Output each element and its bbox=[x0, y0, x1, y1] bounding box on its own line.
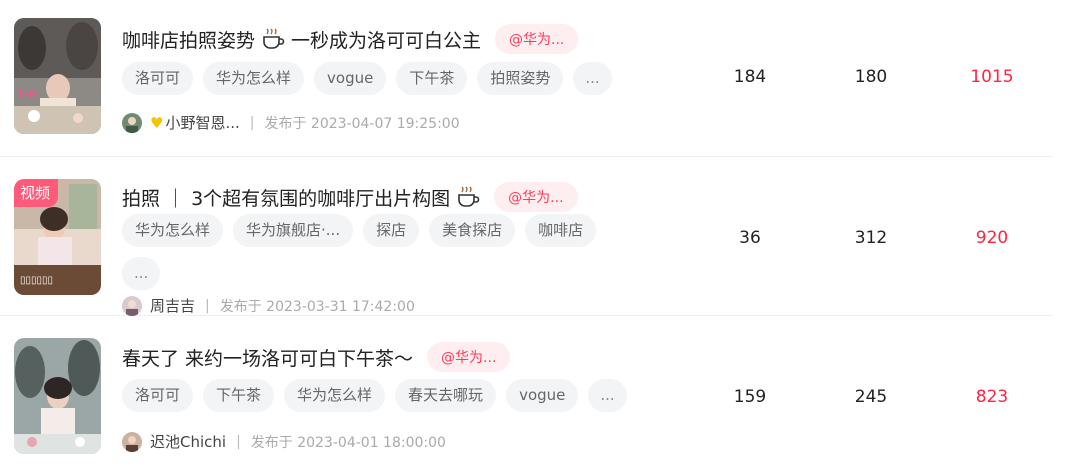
post-title[interactable]: 拍照 ｜ 3个超有氛围的咖啡厅出片构图 @华为... bbox=[122, 182, 578, 212]
avatar[interactable] bbox=[122, 295, 142, 316]
video-badge: 视频 bbox=[14, 179, 59, 207]
stat-value-3: 823 bbox=[975, 387, 1009, 407]
stat-value-1: 159 bbox=[733, 387, 767, 407]
post-list: THE 咖啡店拍照姿势 一秒成为洛可可白公主 @华为... 洛可可 华为怎么样 … bbox=[0, 0, 1080, 474]
avatar[interactable] bbox=[122, 431, 142, 452]
tag-chip[interactable]: vogue bbox=[506, 379, 579, 412]
tag-chip[interactable]: 拍照姿势 bbox=[477, 62, 564, 95]
svg-text:THE: THE bbox=[17, 89, 39, 101]
yellow-heart-icon: ♥ bbox=[150, 113, 164, 132]
stat-value-3: 920 bbox=[975, 228, 1009, 248]
author-name[interactable]: 迟池Chichi bbox=[150, 431, 226, 452]
tag-chip[interactable]: 华为怎么样 bbox=[122, 214, 224, 247]
brand-mention-pill[interactable]: @华为... bbox=[495, 24, 579, 54]
tag-chip[interactable]: 探店 bbox=[363, 214, 420, 247]
tag-chip[interactable]: 美食探店 bbox=[429, 214, 516, 247]
tag-chip[interactable]: 洛可可 bbox=[122, 379, 194, 412]
brand-mention-pill[interactable]: @华为... bbox=[494, 182, 578, 212]
post-meta: 迟池Chichi | 发布于 2023-04-01 18:00:00 bbox=[122, 431, 446, 452]
tag-list: 华为怎么样 华为旗舰店·... 探店 美食探店 咖啡店 ... bbox=[122, 214, 622, 290]
publish-time: 发布于 2023-04-07 19:25:00 bbox=[264, 115, 460, 132]
post-row[interactable]: THE 咖啡店拍照姿势 一秒成为洛可可白公主 @华为... 洛可可 华为怎么样 … bbox=[0, 0, 1052, 157]
more-tags-button[interactable]: ... bbox=[573, 62, 612, 95]
tag-chip[interactable]: 春天去哪玩 bbox=[395, 379, 497, 412]
tag-chip[interactable]: 下午茶 bbox=[396, 62, 468, 95]
stat-value-2: 180 bbox=[854, 67, 888, 87]
stat-value-3: 1015 bbox=[970, 67, 1014, 87]
tag-chip[interactable]: 咖啡店 bbox=[525, 214, 597, 247]
coffee-cup-icon bbox=[458, 186, 480, 207]
stat-value-1: 184 bbox=[733, 67, 767, 87]
stat-value-1: 36 bbox=[739, 228, 761, 248]
post-meta: 周吉吉 | 发布于 2023-03-31 17:42:00 bbox=[122, 295, 415, 316]
post-title-text: 咖啡店拍照姿势 bbox=[122, 29, 256, 52]
svg-text:▯▯▯▯▯▯: ▯▯▯▯▯▯ bbox=[20, 275, 53, 286]
more-tags-button[interactable]: ... bbox=[122, 257, 161, 290]
coffee-cup-icon bbox=[263, 28, 285, 49]
post-meta: ♥ 小野智恩... | 发布于 2023-04-07 19:25:00 bbox=[122, 112, 460, 133]
more-tags-button[interactable]: ... bbox=[588, 379, 627, 412]
publish-time: 发布于 2023-03-31 17:42:00 bbox=[219, 298, 415, 315]
post-title-tail: 一秒成为洛可可白公主 bbox=[291, 29, 482, 52]
tag-chip[interactable]: 华为旗舰店·... bbox=[233, 214, 354, 247]
tag-chip[interactable]: 华为怎么样 bbox=[284, 379, 386, 412]
tag-chip[interactable]: 洛可可 bbox=[122, 62, 194, 95]
post-title-text: 春天了 来约一场洛可可白下午茶～ bbox=[122, 347, 414, 370]
author-name[interactable]: 小野智恩... bbox=[165, 112, 239, 133]
stat-value-2: 245 bbox=[854, 387, 888, 407]
post-row[interactable]: ▯▯▯▯▯▯ 视频 拍照 ｜ 3个超有氛围的咖啡厅出片构图 @华为... 华为怎… bbox=[0, 157, 1052, 316]
post-thumbnail[interactable] bbox=[14, 338, 101, 454]
author-name[interactable]: 周吉吉 bbox=[150, 295, 195, 316]
post-row[interactable]: 春天了 来约一场洛可可白下午茶～ @华为... 洛可可 下午茶 华为怎么样 春天… bbox=[0, 316, 1052, 474]
stat-value-2: 312 bbox=[854, 228, 888, 248]
tag-chip[interactable]: vogue bbox=[314, 62, 387, 95]
tag-chip[interactable]: 华为怎么样 bbox=[203, 62, 305, 95]
tag-chip[interactable]: 下午茶 bbox=[203, 379, 275, 412]
meta-divider: | bbox=[236, 433, 241, 450]
post-thumbnail[interactable]: THE bbox=[14, 18, 101, 134]
brand-mention-pill[interactable]: @华为... bbox=[427, 342, 511, 372]
post-title[interactable]: 咖啡店拍照姿势 一秒成为洛可可白公主 @华为... bbox=[122, 24, 579, 54]
post-title-text: 拍照 ｜ 3个超有氛围的咖啡厅出片构图 bbox=[122, 187, 451, 210]
tag-list: 洛可可 华为怎么样 vogue 下午茶 拍照姿势 ... bbox=[122, 62, 622, 95]
post-thumbnail[interactable]: ▯▯▯▯▯▯ 视频 bbox=[14, 179, 101, 295]
meta-divider: | bbox=[205, 297, 210, 314]
post-title[interactable]: 春天了 来约一场洛可可白下午茶～ @华为... bbox=[122, 342, 511, 372]
publish-time: 发布于 2023-04-01 18:00:00 bbox=[250, 434, 446, 451]
tag-list: 洛可可 下午茶 华为怎么样 春天去哪玩 vogue ... bbox=[122, 379, 682, 412]
meta-divider: | bbox=[249, 114, 255, 131]
avatar[interactable] bbox=[122, 112, 142, 133]
